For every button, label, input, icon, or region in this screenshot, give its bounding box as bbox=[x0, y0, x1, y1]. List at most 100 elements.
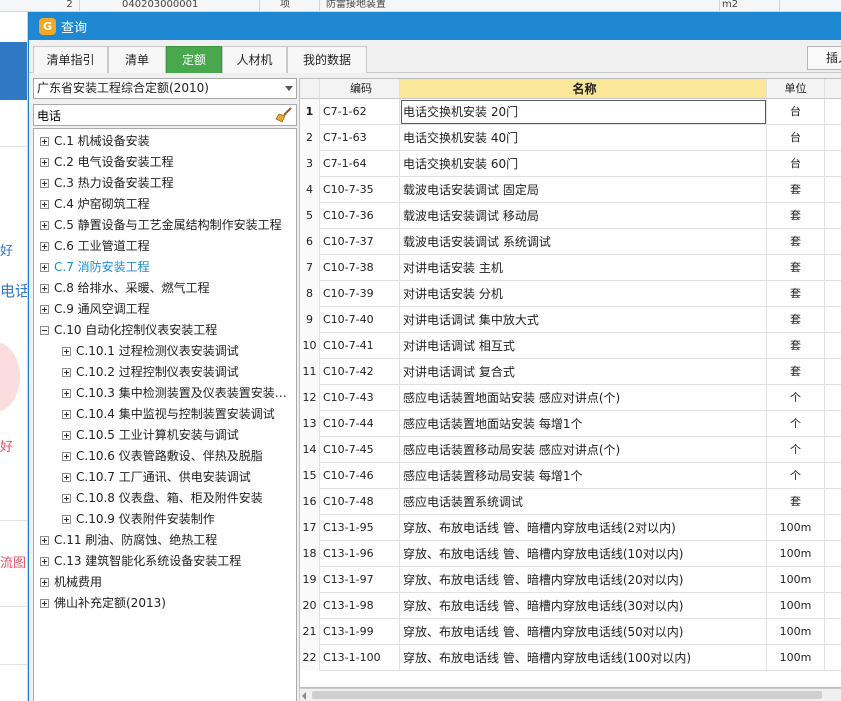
scroll-left-arrow-icon[interactable] bbox=[302, 692, 306, 700]
quota-name[interactable]: 穿放、布放电话线 管、暗槽内穿放电话线(20对以内) bbox=[400, 567, 767, 593]
tree-node[interactable]: C.10.9 仪表附件安装制作 bbox=[62, 509, 290, 530]
expand-icon[interactable] bbox=[62, 410, 71, 419]
header-unit[interactable]: 单位 bbox=[767, 79, 825, 99]
table-row[interactable]: 5 C10-7-36 载波电话安装调试 移动局套 bbox=[300, 203, 841, 229]
expand-icon[interactable] bbox=[62, 452, 71, 461]
broom-icon[interactable] bbox=[275, 107, 293, 123]
quota-unit[interactable]: 套 bbox=[767, 229, 825, 255]
table-row[interactable]: 2 C7-1-63 电话交换机安装 40门台 bbox=[300, 125, 841, 151]
row-index[interactable]: 22 bbox=[300, 645, 320, 671]
insert-button[interactable]: 插入 bbox=[807, 46, 841, 70]
expand-icon[interactable] bbox=[40, 158, 49, 167]
quota-code[interactable]: C13-1-100 bbox=[320, 645, 400, 671]
table-row[interactable]: 21 C13-1-99 穿放、布放电话线 管、暗槽内穿放电话线(50对以内) 100m bbox=[300, 619, 841, 645]
expand-icon[interactable] bbox=[40, 284, 49, 293]
row-index[interactable]: 9 bbox=[300, 307, 320, 333]
row-index[interactable]: 18 bbox=[300, 541, 320, 567]
tree-node[interactable]: C.10.8 仪表盘、箱、柜及附件安装 bbox=[62, 488, 290, 509]
row-index[interactable]: 13 bbox=[300, 411, 320, 437]
table-row[interactable]: 14 C10-7-45 感应电话装置移动局安装 感应对讲点(个) 个 bbox=[300, 437, 841, 463]
table-row[interactable]: 3 C7-1-64 电话交换机安装 60门台 bbox=[300, 151, 841, 177]
quota-name[interactable]: 电话交换机安装 60门 bbox=[400, 151, 767, 177]
quota-code[interactable]: C10-7-39 bbox=[320, 281, 400, 307]
tab-my-data[interactable]: 我的数据 bbox=[287, 46, 367, 73]
row-index[interactable]: 10 bbox=[300, 333, 320, 359]
quota-library-select[interactable]: 广东省安装工程综合定额(2010) bbox=[33, 78, 297, 99]
tab-labor-material-machine[interactable]: 人材机 bbox=[222, 46, 287, 73]
quota-code[interactable]: C10-7-37 bbox=[320, 229, 400, 255]
table-row[interactable]: 19 C13-1-97 穿放、布放电话线 管、暗槽内穿放电话线(20对以内) 100m bbox=[300, 567, 841, 593]
expand-icon[interactable] bbox=[62, 515, 71, 524]
quota-name[interactable]: 载波电话安装调试 固定局 bbox=[400, 177, 767, 203]
table-row[interactable]: 18 C13-1-96 穿放、布放电话线 管、暗槽内穿放电话线(10对以内) 100m bbox=[300, 541, 841, 567]
quota-unit[interactable]: 100m bbox=[767, 567, 825, 593]
table-row[interactable]: 20 C13-1-98 穿放、布放电话线 管、暗槽内穿放电话线(30对以内) 100m bbox=[300, 593, 841, 619]
quota-unit[interactable]: 套 bbox=[767, 203, 825, 229]
quota-unit[interactable]: 套 bbox=[767, 281, 825, 307]
expand-icon[interactable] bbox=[62, 389, 71, 398]
quota-name[interactable]: 穿放、布放电话线 管、暗槽内穿放电话线(2对以内) bbox=[400, 515, 767, 541]
quota-unit[interactable]: 个 bbox=[767, 385, 825, 411]
row-index[interactable]: 8 bbox=[300, 281, 320, 307]
quota-code[interactable]: C10-7-45 bbox=[320, 437, 400, 463]
expand-icon[interactable] bbox=[40, 599, 49, 608]
quota-unit[interactable]: 100m bbox=[767, 541, 825, 567]
row-index[interactable]: 14 bbox=[300, 437, 320, 463]
quota-unit[interactable]: 套 bbox=[767, 255, 825, 281]
quota-code[interactable]: C13-1-95 bbox=[320, 515, 400, 541]
tree-node[interactable]: C.6 工业管道工程 bbox=[40, 236, 290, 257]
table-row[interactable]: 16 C10-7-48 感应电话装置系统调试套 bbox=[300, 489, 841, 515]
quota-unit[interactable]: 个 bbox=[767, 463, 825, 489]
quota-code[interactable]: C13-1-97 bbox=[320, 567, 400, 593]
expand-icon[interactable] bbox=[40, 557, 49, 566]
quota-unit[interactable]: 台 bbox=[767, 151, 825, 177]
table-row[interactable]: 7 C10-7-38 对讲电话安装 主机套 bbox=[300, 255, 841, 281]
tree-node[interactable]: C.9 通风空调工程 bbox=[40, 299, 290, 320]
quota-code[interactable]: C7-1-62 bbox=[320, 99, 400, 125]
table-row[interactable]: 6 C10-7-37 载波电话安装调试 系统调试套 bbox=[300, 229, 841, 255]
tree-node[interactable]: C.5 静置设备与工艺金属结构制作安装工程 bbox=[40, 215, 290, 236]
quota-code[interactable]: C10-7-40 bbox=[320, 307, 400, 333]
quota-name[interactable]: 感应电话装置地面站安装 每增1个 bbox=[400, 411, 767, 437]
row-index[interactable]: 3 bbox=[300, 151, 320, 177]
quota-name[interactable]: 感应电话装置地面站安装 感应对讲点(个) bbox=[400, 385, 767, 411]
tree-node[interactable]: C.7 消防安装工程 bbox=[40, 257, 290, 278]
expand-icon[interactable] bbox=[40, 263, 49, 272]
tree-node[interactable]: C.1 机械设备安装 bbox=[40, 131, 290, 152]
quota-unit[interactable]: 100m bbox=[767, 645, 825, 671]
tree-node[interactable]: C.2 电气设备安装工程 bbox=[40, 152, 290, 173]
quota-name[interactable]: 载波电话安装调试 移动局 bbox=[400, 203, 767, 229]
table-row[interactable]: 17 C13-1-95 穿放、布放电话线 管、暗槽内穿放电话线(2对以内) 100m bbox=[300, 515, 841, 541]
table-row[interactable]: 11 C10-7-42 对讲电话调试 复合式套 bbox=[300, 359, 841, 385]
expand-icon[interactable] bbox=[62, 494, 71, 503]
row-index[interactable]: 6 bbox=[300, 229, 320, 255]
title-bar[interactable]: G 查询 bbox=[29, 12, 841, 40]
tree-node[interactable]: 机械费用 bbox=[40, 572, 290, 593]
quota-name[interactable]: 穿放、布放电话线 管、暗槽内穿放电话线(10对以内) bbox=[400, 541, 767, 567]
quota-code[interactable]: C7-1-64 bbox=[320, 151, 400, 177]
quota-name[interactable]: 感应电话装置移动局安装 每增1个 bbox=[400, 463, 767, 489]
quota-code[interactable]: C10-7-35 bbox=[320, 177, 400, 203]
expand-icon[interactable] bbox=[40, 137, 49, 146]
tree-node[interactable]: C.11 刷油、防腐蚀、绝热工程 bbox=[40, 530, 290, 551]
quota-unit[interactable]: 套 bbox=[767, 307, 825, 333]
row-index[interactable]: 17 bbox=[300, 515, 320, 541]
table-row[interactable]: 1 C7-1-62 电话交换机安装 20门台 bbox=[300, 99, 841, 125]
table-row[interactable]: 12 C10-7-43 感应电话装置地面站安装 感应对讲点(个) 个 bbox=[300, 385, 841, 411]
quota-unit[interactable]: 个 bbox=[767, 411, 825, 437]
quota-name[interactable]: 穿放、布放电话线 管、暗槽内穿放电话线(100对以内) bbox=[400, 645, 767, 671]
quota-unit[interactable]: 套 bbox=[767, 359, 825, 385]
expand-icon[interactable] bbox=[40, 578, 49, 587]
quota-unit[interactable]: 套 bbox=[767, 333, 825, 359]
tree-node[interactable]: 佛山补充定额(2013) bbox=[40, 593, 290, 614]
quota-unit[interactable]: 台 bbox=[767, 125, 825, 151]
quota-code[interactable]: C10-7-46 bbox=[320, 463, 400, 489]
tree-node[interactable]: C.4 炉窑砌筑工程 bbox=[40, 194, 290, 215]
quota-code[interactable]: C10-7-41 bbox=[320, 333, 400, 359]
quota-unit[interactable]: 个 bbox=[767, 437, 825, 463]
header-code[interactable]: 编码 bbox=[320, 79, 400, 99]
tree-node[interactable]: C.3 热力设备安装工程 bbox=[40, 173, 290, 194]
quota-name[interactable]: 载波电话安装调试 系统调试 bbox=[400, 229, 767, 255]
quota-name[interactable]: 对讲电话调试 相互式 bbox=[400, 333, 767, 359]
tree-node[interactable]: C.8 给排水、采暖、燃气工程 bbox=[40, 278, 290, 299]
